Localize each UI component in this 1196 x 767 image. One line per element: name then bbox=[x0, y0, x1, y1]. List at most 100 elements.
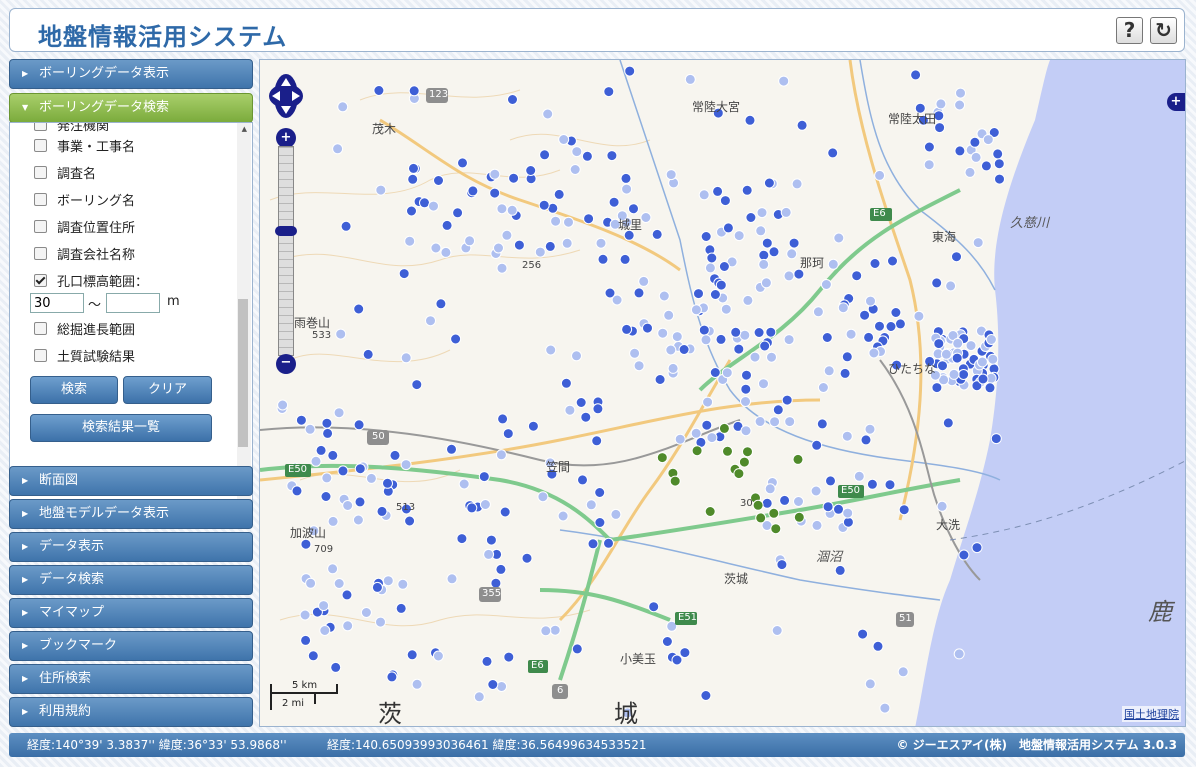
boring-marker[interactable] bbox=[446, 443, 457, 455]
boring-marker[interactable] bbox=[428, 200, 439, 212]
boring-marker[interactable] bbox=[874, 320, 885, 332]
boring-marker[interactable] bbox=[704, 262, 716, 274]
boring-marker[interactable] bbox=[432, 650, 444, 662]
boring-marker[interactable] bbox=[604, 287, 616, 299]
boring-marker[interactable] bbox=[706, 252, 718, 264]
boring-marker[interactable] bbox=[722, 222, 734, 234]
boring-marker[interactable] bbox=[951, 352, 963, 364]
boring-marker[interactable] bbox=[327, 515, 339, 527]
boring-marker[interactable] bbox=[701, 419, 713, 431]
boring-marker[interactable] bbox=[971, 542, 983, 554]
boring-marker[interactable] bbox=[965, 340, 977, 352]
boring-marker[interactable] bbox=[931, 277, 943, 289]
boring-marker[interactable] bbox=[591, 435, 603, 447]
boring-marker[interactable] bbox=[507, 94, 518, 105]
boring-marker[interactable] bbox=[769, 416, 781, 428]
boring-marker[interactable] bbox=[665, 344, 677, 356]
section-address-search[interactable]: ▶ 住所検索 bbox=[9, 664, 253, 694]
boring-marker[interactable] bbox=[441, 219, 453, 231]
boring-marker[interactable] bbox=[608, 196, 620, 208]
boring-marker[interactable] bbox=[752, 499, 764, 511]
boring-marker[interactable] bbox=[821, 332, 833, 343]
boring-marker[interactable] bbox=[937, 360, 948, 372]
boring-marker[interactable] bbox=[772, 404, 784, 416]
boring-marker[interactable] bbox=[866, 478, 878, 490]
boring-marker[interactable] bbox=[563, 216, 574, 228]
boring-marker[interactable] bbox=[466, 502, 478, 514]
checkbox[interactable] bbox=[34, 322, 47, 335]
boring-marker[interactable] bbox=[610, 508, 622, 520]
boring-marker[interactable] bbox=[671, 654, 683, 666]
boring-marker[interactable] bbox=[860, 434, 872, 446]
boring-marker[interactable] bbox=[481, 655, 493, 667]
boring-marker[interactable] bbox=[651, 228, 663, 240]
boring-marker[interactable] bbox=[425, 315, 436, 327]
boring-marker[interactable] bbox=[496, 203, 508, 215]
boring-marker[interactable] bbox=[318, 600, 330, 612]
boring-marker[interactable] bbox=[793, 511, 805, 523]
boring-marker[interactable] bbox=[408, 162, 419, 174]
boring-marker[interactable] bbox=[977, 373, 989, 385]
boring-marker[interactable] bbox=[496, 262, 508, 274]
boring-marker[interactable] bbox=[400, 352, 412, 364]
boring-marker[interactable] bbox=[594, 517, 606, 528]
boring-marker[interactable] bbox=[658, 290, 670, 302]
boring-marker[interactable] bbox=[987, 353, 999, 365]
boring-marker[interactable] bbox=[923, 141, 935, 153]
boring-marker[interactable] bbox=[811, 519, 823, 531]
boring-marker[interactable] bbox=[768, 507, 780, 519]
boring-marker[interactable] bbox=[810, 485, 822, 497]
boring-marker[interactable] bbox=[337, 465, 349, 477]
boring-marker[interactable] bbox=[487, 679, 499, 690]
boring-marker[interactable] bbox=[869, 258, 881, 269]
boring-marker[interactable] bbox=[561, 237, 573, 249]
boring-marker[interactable] bbox=[580, 411, 592, 423]
boring-marker[interactable] bbox=[879, 702, 891, 714]
boring-marker[interactable] bbox=[495, 563, 507, 575]
boring-marker[interactable] bbox=[553, 188, 565, 200]
zoom-control[interactable]: + − bbox=[275, 128, 297, 374]
boring-marker[interactable] bbox=[733, 343, 745, 355]
scroll-up-icon[interactable]: ▲ bbox=[242, 125, 247, 133]
boring-marker[interactable] bbox=[619, 253, 631, 265]
boring-marker[interactable] bbox=[513, 239, 525, 251]
boring-marker[interactable] bbox=[557, 510, 569, 522]
boring-marker[interactable] bbox=[549, 624, 561, 636]
boring-marker[interactable] bbox=[560, 377, 572, 389]
boring-marker[interactable] bbox=[539, 149, 551, 161]
boring-marker[interactable] bbox=[606, 150, 618, 162]
boring-marker[interactable] bbox=[759, 340, 771, 352]
boring-marker[interactable] bbox=[544, 240, 556, 252]
boring-marker[interactable] bbox=[913, 310, 925, 322]
boring-marker[interactable] bbox=[489, 187, 501, 199]
boring-marker[interactable] bbox=[887, 255, 898, 267]
boring-marker[interactable] bbox=[479, 499, 491, 510]
boring-marker[interactable] bbox=[942, 417, 954, 429]
boring-marker[interactable] bbox=[980, 160, 992, 172]
boring-marker[interactable] bbox=[540, 625, 552, 637]
boring-marker[interactable] bbox=[648, 601, 660, 613]
boring-marker[interactable] bbox=[833, 503, 844, 515]
boring-marker[interactable] bbox=[342, 620, 354, 632]
results-list-button[interactable]: 検索結果一覧 bbox=[30, 414, 212, 442]
boring-marker[interactable] bbox=[327, 449, 339, 461]
boring-marker[interactable] bbox=[933, 338, 945, 350]
boring-marker[interactable] bbox=[780, 206, 792, 218]
boring-marker[interactable] bbox=[571, 146, 583, 158]
boring-marker[interactable] bbox=[984, 382, 996, 394]
boring-marker[interactable] bbox=[404, 515, 416, 527]
boring-marker[interactable] bbox=[969, 136, 981, 148]
boring-marker[interactable] bbox=[665, 169, 677, 181]
boring-marker[interactable] bbox=[333, 407, 345, 419]
boring-marker[interactable] bbox=[793, 496, 804, 507]
boring-marker[interactable] bbox=[704, 506, 716, 517]
boring-marker[interactable] bbox=[715, 279, 727, 291]
boring-marker[interactable] bbox=[778, 75, 790, 87]
boring-marker[interactable] bbox=[307, 650, 319, 662]
boring-marker[interactable] bbox=[742, 294, 754, 306]
boring-marker[interactable] bbox=[354, 496, 366, 508]
boring-marker[interactable] bbox=[594, 487, 606, 498]
boring-marker[interactable] bbox=[702, 396, 714, 408]
boring-marker[interactable] bbox=[483, 548, 495, 560]
boring-marker[interactable] bbox=[506, 204, 518, 216]
